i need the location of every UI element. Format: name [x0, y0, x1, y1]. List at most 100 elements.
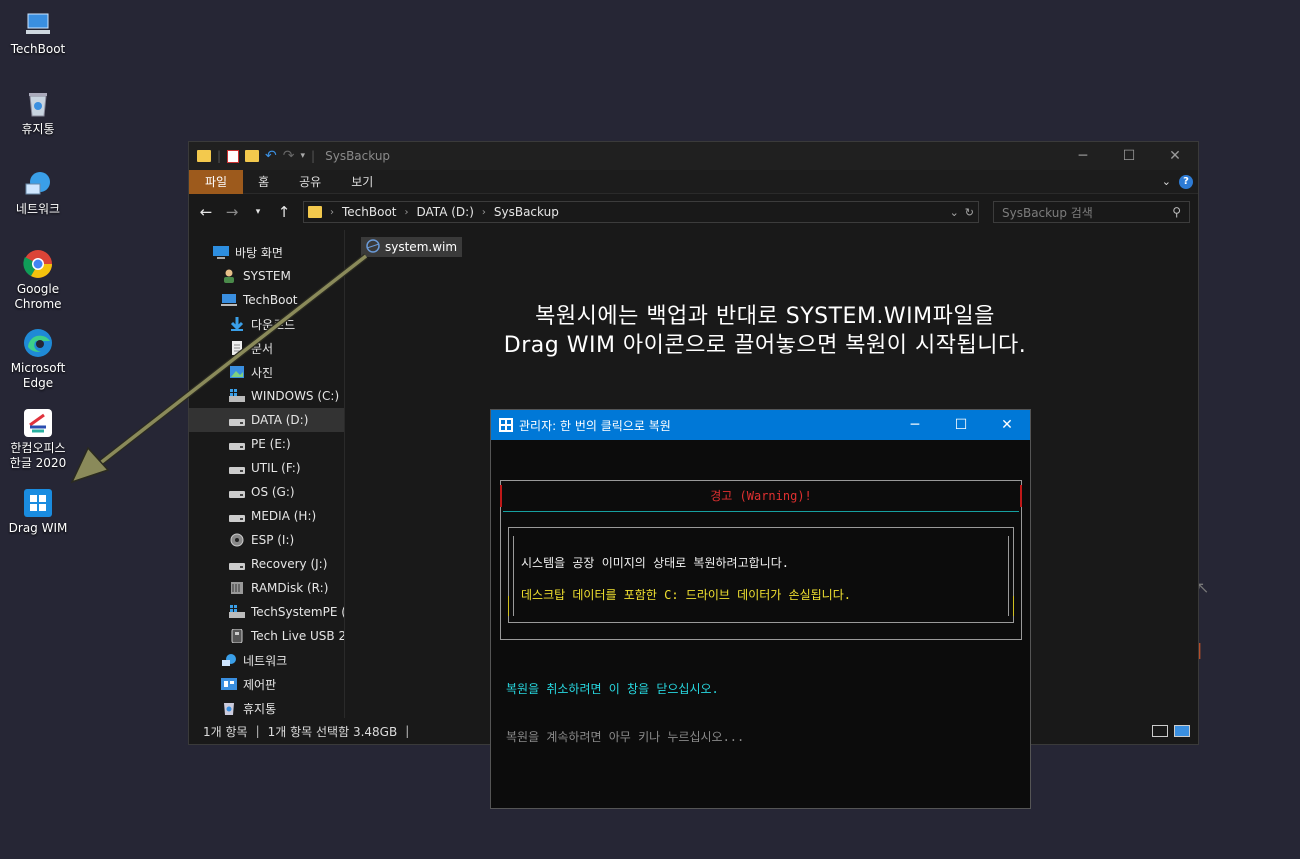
nav-item-drive-i[interactable]: ESP (I:): [189, 528, 344, 552]
nav-item-label: RAMDisk (R:): [251, 581, 329, 595]
properties-icon[interactable]: [227, 149, 240, 163]
pc-icon: [22, 8, 54, 40]
cancel-instruction: 복원을 취소하려면 이 창을 닫으십시오.: [506, 682, 719, 696]
status-item-count: 1개 항목: [203, 724, 248, 739]
nav-item-drive-g[interactable]: OS (G:): [189, 480, 344, 504]
search-placeholder: SysBackup 검색: [1002, 205, 1093, 220]
nav-item-drive-f[interactable]: UTIL (F:): [189, 456, 344, 480]
nav-item-desktop[interactable]: 바탕 화면: [189, 240, 344, 264]
nav-item-network[interactable]: 네트워크: [189, 648, 344, 672]
desktop-icon-recycle-bin[interactable]: 휴지통: [3, 88, 73, 137]
desktop-icon-label: 한컴오피스 한글 2020: [9, 441, 67, 470]
nav-item-drive-j[interactable]: Recovery (J:): [189, 552, 344, 576]
network-icon: [22, 168, 54, 200]
desktop-icon-label: Google Chrome: [14, 282, 62, 311]
wim-file-icon: [365, 238, 381, 256]
tab-home[interactable]: 홈: [243, 170, 284, 194]
breadcrumb-item[interactable]: TechBoot: [342, 205, 397, 219]
chevron-down-icon[interactable]: ▾: [301, 151, 306, 161]
large-icons-view-icon[interactable]: [1174, 725, 1190, 737]
address-row: ← → ▾ ↑ › TechBoot › DATA (D:) › SysBack…: [189, 194, 1198, 230]
download-icon: [229, 317, 245, 331]
nav-item-drive-d[interactable]: DATA (D:): [189, 408, 344, 432]
help-icon[interactable]: ?: [1179, 174, 1193, 189]
windows-drive-icon: [229, 389, 245, 403]
status-selection: 1개 항목 선택함 3.48GB: [267, 724, 398, 739]
new-folder-icon[interactable]: [245, 150, 260, 162]
minimize-icon[interactable]: ─: [1060, 142, 1106, 170]
chevron-down-icon[interactable]: ⌄: [950, 206, 959, 219]
nav-item-label: ESP (I:): [251, 533, 295, 547]
edge-icon: [22, 327, 54, 359]
nav-item-drive-e[interactable]: PE (E:): [189, 432, 344, 456]
instruction-line-1: 복원시에는 백업과 반대로 SYSTEM.WIM파일을: [535, 304, 995, 329]
nav-item-recycle-bin[interactable]: 휴지통: [189, 696, 344, 718]
disc-icon: [229, 533, 245, 547]
tab-view[interactable]: 보기: [336, 170, 388, 194]
maximize-icon[interactable]: ☐: [938, 410, 984, 440]
maximize-icon[interactable]: ☐: [1106, 142, 1152, 170]
close-icon[interactable]: ✕: [1152, 142, 1198, 170]
tab-share[interactable]: 공유: [284, 170, 336, 194]
nav-item-drive-r[interactable]: RAMDisk (R:): [189, 576, 344, 600]
nav-item-system[interactable]: SYSTEM: [189, 264, 344, 288]
nav-item-techboot[interactable]: TechBoot: [189, 288, 344, 312]
quick-access-toolbar: | ↶ ↷ ▾ |: [197, 148, 315, 164]
drive-icon: [229, 485, 245, 499]
desktop-icon-techboot[interactable]: TechBoot: [3, 8, 73, 57]
close-icon[interactable]: ✕: [984, 410, 1030, 440]
nav-item-downloads[interactable]: 다운로드: [189, 312, 344, 336]
nav-item-label: WINDOWS (C:): [251, 389, 340, 403]
search-icon[interactable]: ⚲: [1172, 205, 1181, 219]
tab-file[interactable]: 파일: [189, 169, 244, 194]
nav-item-label: 다운로드: [251, 317, 296, 332]
nav-item-drive-h[interactable]: MEDIA (H:): [189, 504, 344, 528]
warning-title: 경고 (Warning)!: [710, 489, 812, 503]
nav-item-control-panel[interactable]: 제어판: [189, 672, 344, 696]
desktop-icon-hancom[interactable]: 한컴오피스 한글 2020: [3, 407, 73, 471]
pictures-icon: [229, 365, 245, 379]
desktop-icon-edge[interactable]: Microsoft Edge: [3, 327, 73, 391]
warning-message: 시스템을 공장 이미지의 상태로 복원하려고합니다.: [521, 556, 789, 570]
recent-locations-icon[interactable]: ▾: [249, 207, 267, 217]
nav-item-label: 휴지통: [243, 701, 277, 716]
nav-item-drive-x[interactable]: TechSystemPE (X:: [189, 600, 344, 624]
redo-icon[interactable]: ↷: [283, 148, 295, 164]
nav-item-label: UTIL (F:): [251, 461, 301, 475]
windows-drive-icon: [229, 605, 245, 619]
minimize-icon[interactable]: ─: [892, 410, 938, 440]
windows-logo-icon: [499, 418, 513, 432]
warning-border-mark: [1013, 596, 1014, 616]
ram-icon: [229, 581, 245, 595]
desktop-icon-chrome[interactable]: Google Chrome: [3, 248, 73, 312]
nav-item-usb[interactable]: Tech Live USB 20: [189, 624, 344, 648]
nav-item-drive-c[interactable]: WINDOWS (C:): [189, 384, 344, 408]
details-view-icon[interactable]: [1152, 725, 1168, 737]
back-arrow-icon[interactable]: ←: [197, 203, 215, 221]
nav-item-documents[interactable]: 문서: [189, 336, 344, 360]
address-bar[interactable]: › TechBoot › DATA (D:) › SysBackup ⌄ ↻: [303, 201, 979, 223]
chevron-right-icon: ›: [404, 206, 409, 218]
nav-item-label: 사진: [251, 365, 274, 380]
nav-item-label: MEDIA (H:): [251, 509, 317, 523]
desktop-icon-drag-wim[interactable]: Drag WIM: [3, 487, 73, 536]
nav-item-pictures[interactable]: 사진: [189, 360, 344, 384]
recycle-bin-icon: [22, 88, 54, 120]
network-icon: [221, 653, 237, 667]
file-item-system-wim[interactable]: system.wim: [361, 237, 463, 257]
search-input[interactable]: SysBackup 검색 ⚲: [993, 201, 1190, 223]
breadcrumb-item[interactable]: DATA (D:): [417, 205, 474, 219]
desktop-icon-label: 네트워크: [15, 202, 61, 216]
refresh-icon[interactable]: ↻: [965, 206, 974, 219]
desktop-icon-network[interactable]: 네트워크: [3, 168, 73, 217]
instruction-overlay: 복원시에는 백업과 반대로 SYSTEM.WIM파일을 Drag WIM 아이콘…: [425, 302, 1105, 360]
warning-inner-frame: [513, 536, 1009, 616]
console-title: 관리자: 한 번의 클릭으로 복원: [519, 418, 671, 433]
up-arrow-icon[interactable]: ↑: [275, 203, 293, 221]
undo-icon[interactable]: ↶: [265, 148, 277, 164]
console-window[interactable]: 관리자: 한 번의 클릭으로 복원 ─ ☐ ✕ 경고 (Warning)! 시스…: [490, 409, 1031, 809]
breadcrumb-item[interactable]: SysBackup: [494, 205, 559, 219]
expand-ribbon-icon[interactable]: ⌄: [1162, 175, 1171, 188]
drive-icon: [229, 509, 245, 523]
forward-arrow-icon[interactable]: →: [223, 203, 241, 221]
